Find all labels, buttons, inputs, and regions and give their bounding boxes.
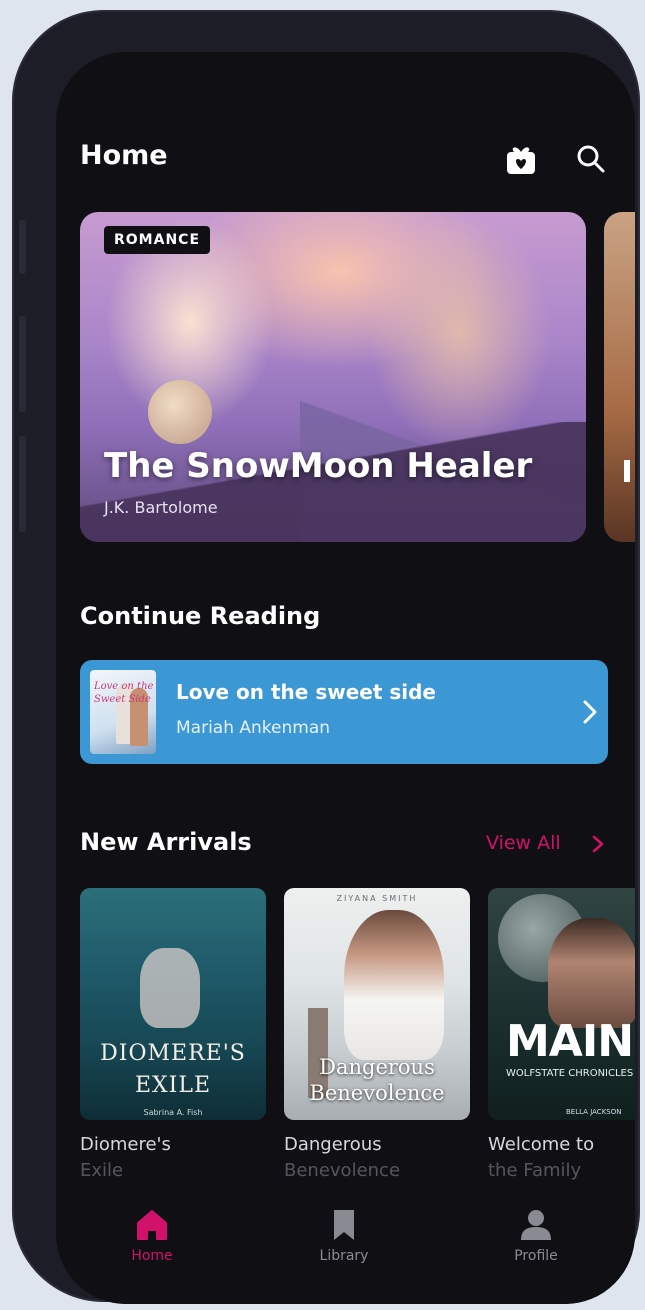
cover-title: MAINE	[506, 1016, 635, 1067]
home-icon	[137, 1210, 167, 1240]
section-title-new-arrivals: New Arrivals	[80, 828, 252, 856]
phone-frame: Home ROMANCE The SnowMoon Healer J.K. Ba…	[12, 10, 640, 1304]
featured-book-card-next[interactable]	[604, 212, 635, 542]
gift-icon[interactable]	[504, 142, 538, 176]
phone-side-button	[19, 436, 26, 532]
cover-title: Dangerous Benevolence	[309, 1055, 445, 1105]
nav-item-profile[interactable]: Profile	[476, 1206, 596, 1264]
book-cover-welcome-to-the-family[interactable]: MAINE WOLFSTATE CHRONICLES BELLA JACKSON	[488, 888, 635, 1120]
cover-author: BELLA JACKSON	[566, 1108, 622, 1116]
phone-side-button	[19, 220, 26, 274]
book-title-line: the Family	[488, 1160, 582, 1181]
cover-art	[548, 918, 635, 1028]
app-screen: Home ROMANCE The SnowMoon Healer J.K. Ba…	[56, 52, 635, 1304]
book-title-line: Diomere's	[80, 1134, 171, 1155]
cover-author: ZIYANA SMITH	[336, 894, 418, 903]
phone-side-button	[19, 316, 26, 412]
person-icon	[521, 1210, 551, 1240]
book-title-line: Benevolence	[284, 1160, 401, 1181]
featured-book-card[interactable]: ROMANCE The SnowMoon Healer J.K. Bartolo…	[80, 212, 586, 542]
view-all-link[interactable]: View All	[486, 832, 561, 854]
book-title-label[interactable]: Welcome to the Family	[488, 1132, 594, 1184]
featured-book-author: J.K. Bartolome	[104, 498, 218, 517]
cover-title: Love on the Sweet Side	[94, 681, 154, 705]
continue-book-title: Love on the sweet side	[176, 680, 436, 704]
book-title-label[interactable]: Dangerous Benevolence	[284, 1132, 400, 1184]
section-title-continue-reading: Continue Reading	[80, 602, 321, 630]
nav-item-home[interactable]: Home	[92, 1206, 212, 1264]
chevron-right-icon[interactable]	[588, 834, 608, 854]
chevron-right-icon	[583, 700, 597, 724]
cover-subtitle: WOLFSTATE CHRONICLES	[506, 1068, 634, 1079]
nav-item-library[interactable]: Library	[284, 1206, 404, 1264]
genre-badge: ROMANCE	[104, 226, 211, 254]
book-cover-diomeres-exile[interactable]: DIOMERE'S EXILE Sabrina A. Fish	[80, 888, 266, 1120]
book-title-label[interactable]: Diomere's Exile	[80, 1132, 171, 1184]
bottom-nav: Home Library Profile	[56, 1182, 635, 1304]
book-title-line: Welcome to	[488, 1134, 595, 1155]
book-cover-dangerous-benevolence[interactable]: ZIYANA SMITH Dangerous Benevolence	[284, 888, 470, 1120]
bookmark-icon	[334, 1210, 354, 1240]
book-cover: Love on the Sweet Side	[90, 670, 156, 754]
nav-label: Home	[131, 1248, 173, 1264]
cover-art	[344, 910, 444, 1060]
cover-art	[140, 948, 200, 1028]
nav-label: Library	[319, 1248, 369, 1264]
continue-book-author: Mariah Ankenman	[176, 718, 331, 738]
cover-author: Sabrina A. Fish	[143, 1108, 203, 1117]
nav-label: Profile	[514, 1248, 558, 1264]
book-title-line: Exile	[80, 1160, 124, 1181]
featured-book-title-peek	[624, 460, 630, 482]
book-title-line: Dangerous	[284, 1134, 382, 1155]
search-icon[interactable]	[574, 142, 608, 176]
page-title: Home	[80, 140, 168, 171]
cover-title: DIOMERE'S EXILE	[100, 1041, 246, 1098]
continue-reading-card[interactable]: Love on the Sweet Side Love on the sweet…	[80, 660, 608, 764]
featured-book-title: The SnowMoon Healer	[104, 446, 533, 486]
